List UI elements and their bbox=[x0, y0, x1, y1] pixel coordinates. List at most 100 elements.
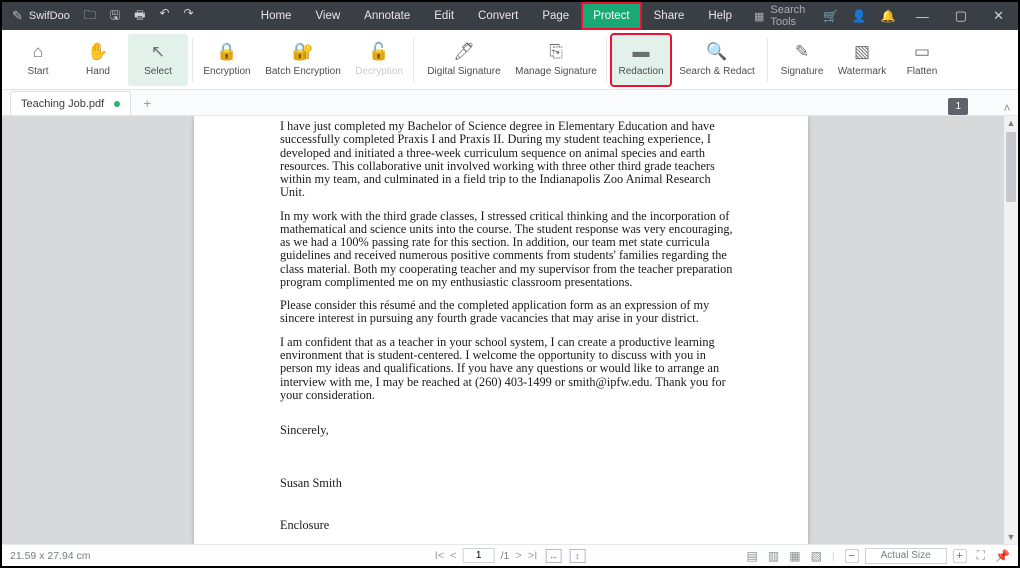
open-icon[interactable]: 🗀 bbox=[84, 6, 96, 27]
document-page[interactable]: I have just completed my Bachelor of Sci… bbox=[194, 116, 808, 544]
cursor-icon: ↖ bbox=[151, 42, 165, 62]
paragraph: I have just completed my Bachelor of Sci… bbox=[280, 120, 734, 200]
search-redact-button[interactable]: 🔍Search & Redact bbox=[671, 34, 763, 86]
watermark-icon: ▧ bbox=[854, 42, 870, 62]
tab-filename: Teaching Job.pdf bbox=[21, 98, 104, 110]
flatten-button[interactable]: ▭Flatten bbox=[892, 34, 952, 86]
zoom-in-button[interactable]: + bbox=[953, 549, 967, 563]
titlebar: ✎ SwifDoo 🗀 🖫 🖶 ↶ ↷ Home View Annotate E… bbox=[2, 2, 1018, 30]
titlebar-right: 🛒 👤 🔔 — ▢ ✕ bbox=[823, 8, 1018, 24]
collapse-ribbon-button[interactable]: ˄ bbox=[996, 101, 1018, 115]
certificate-icon: 🖊 bbox=[453, 42, 475, 62]
view-mode-4-icon[interactable]: ▧ bbox=[811, 549, 822, 563]
bell-icon[interactable]: 🔔 bbox=[881, 9, 896, 23]
save-icon[interactable]: 🖫 bbox=[110, 6, 120, 27]
menu-edit[interactable]: Edit bbox=[422, 2, 466, 30]
last-page-button[interactable]: >I bbox=[528, 550, 537, 562]
hand-button[interactable]: ✋Hand bbox=[68, 34, 128, 86]
zoom-level[interactable]: Actual Size bbox=[865, 548, 947, 564]
home-icon: ⌂ bbox=[33, 42, 43, 62]
undo-icon[interactable]: ↶ bbox=[159, 6, 169, 27]
view-mode-1-icon[interactable]: ▤ bbox=[747, 549, 758, 563]
brand: ✎ SwifDoo 🗀 🖫 🖶 ↶ ↷ bbox=[2, 6, 221, 27]
page-indicator-badge: 1 bbox=[948, 98, 968, 115]
menu-home[interactable]: Home bbox=[249, 2, 304, 30]
signature-icon: ✎ bbox=[795, 42, 809, 62]
view-mode-2-icon[interactable]: ▥ bbox=[768, 549, 779, 563]
grid-icon: ▦ bbox=[754, 10, 764, 23]
redaction-button[interactable]: ▬Redaction bbox=[611, 34, 671, 86]
total-pages: /1 bbox=[501, 550, 510, 562]
flatten-icon: ▭ bbox=[914, 42, 930, 62]
unsaved-dot-icon bbox=[114, 101, 120, 107]
closing: Sincerely, bbox=[280, 424, 734, 437]
separator bbox=[767, 38, 768, 82]
menu-view[interactable]: View bbox=[303, 2, 352, 30]
pin-icon[interactable]: 📌 bbox=[995, 549, 1010, 563]
fit-page-button[interactable]: ↕ bbox=[569, 549, 585, 563]
zoom-out-button[interactable]: − bbox=[845, 549, 859, 563]
page-dimensions: 21.59 x 27.94 cm bbox=[10, 550, 91, 562]
vertical-scrollbar[interactable]: ▲ ▼ bbox=[1004, 116, 1018, 544]
print-icon[interactable]: 🖶 bbox=[134, 6, 145, 27]
paragraph: Please consider this résumé and the comp… bbox=[280, 299, 734, 326]
maximize-button[interactable]: ▢ bbox=[949, 8, 973, 24]
app-logo-icon: ✎ bbox=[12, 8, 23, 24]
signature-button[interactable]: ✎Signature bbox=[772, 34, 832, 86]
lock-multi-icon: 🔐 bbox=[292, 42, 313, 62]
redo-icon[interactable]: ↷ bbox=[184, 6, 194, 27]
manage-icon: ⎘ bbox=[549, 42, 563, 62]
menu-share[interactable]: Share bbox=[642, 2, 697, 30]
manage-signature-button[interactable]: ⎘Manage Signature bbox=[510, 34, 602, 86]
main-menu: Home View Annotate Edit Convert Page Pro… bbox=[249, 2, 744, 30]
search-tools-label: Search Tools bbox=[770, 4, 823, 28]
hand-icon: ✋ bbox=[87, 42, 108, 62]
search-tools[interactable]: ▦ Search Tools bbox=[754, 4, 823, 28]
lock-icon: 🔒 bbox=[216, 42, 237, 62]
scroll-track[interactable] bbox=[1004, 130, 1018, 530]
paragraph: I am confident that as a teacher in your… bbox=[280, 336, 734, 402]
fit-width-button[interactable]: ↔ bbox=[545, 549, 561, 563]
first-page-button[interactable]: I< bbox=[435, 550, 444, 562]
menu-page[interactable]: Page bbox=[530, 2, 581, 30]
watermark-button[interactable]: ▧Watermark bbox=[832, 34, 892, 86]
scroll-thumb[interactable] bbox=[1006, 132, 1016, 202]
app-name: SwifDoo bbox=[29, 10, 70, 22]
new-tab-button[interactable]: + bbox=[135, 91, 159, 115]
document-tab[interactable]: Teaching Job.pdf bbox=[10, 91, 131, 115]
document-area: I have just completed my Bachelor of Sci… bbox=[2, 116, 1018, 544]
zoom-controls: − Actual Size + bbox=[845, 548, 967, 564]
view-mode-3-icon[interactable]: ▦ bbox=[789, 549, 800, 563]
close-button[interactable]: ✕ bbox=[987, 8, 1010, 24]
prev-page-button[interactable]: < bbox=[450, 550, 456, 562]
next-page-button[interactable]: > bbox=[515, 550, 521, 562]
paragraph: In my work with the third grade classes,… bbox=[280, 210, 734, 290]
select-button[interactable]: ↖Select bbox=[128, 34, 188, 86]
unlock-icon: 🔓 bbox=[368, 42, 389, 62]
menu-help[interactable]: Help bbox=[696, 2, 744, 30]
digital-signature-button[interactable]: 🖊Digital Signature bbox=[418, 34, 510, 86]
enclosure: Enclosure bbox=[280, 519, 734, 532]
ribbon: ⌂Start ✋Hand ↖Select 🔒Encryption 🔐Batch … bbox=[2, 30, 1018, 90]
status-bar: 21.59 x 27.94 cm I< < /1 > >I ↔ ↕ ▤ ▥ ▦ … bbox=[2, 544, 1018, 566]
document-tabs: Teaching Job.pdf + 1 ˄ bbox=[2, 90, 1018, 116]
encryption-button[interactable]: 🔒Encryption bbox=[197, 34, 257, 86]
app-window: ✎ SwifDoo 🗀 🖫 🖶 ↶ ↷ Home View Annotate E… bbox=[0, 0, 1020, 568]
cart-icon[interactable]: 🛒 bbox=[823, 9, 838, 23]
search-redact-icon: 🔍 bbox=[706, 42, 727, 62]
page-navigation: I< < /1 > >I ↔ ↕ bbox=[435, 548, 586, 563]
separator bbox=[413, 38, 414, 82]
minimize-button[interactable]: — bbox=[910, 9, 935, 24]
signature-name: Susan Smith bbox=[280, 477, 734, 490]
scroll-up-icon[interactable]: ▲ bbox=[1004, 116, 1018, 130]
fullscreen-icon[interactable]: ⛶ bbox=[977, 548, 985, 563]
page-number-input[interactable] bbox=[463, 548, 495, 563]
user-icon[interactable]: 👤 bbox=[852, 9, 867, 23]
menu-annotate[interactable]: Annotate bbox=[352, 2, 422, 30]
separator bbox=[606, 38, 607, 82]
menu-protect[interactable]: Protect bbox=[581, 2, 641, 30]
scroll-down-icon[interactable]: ▼ bbox=[1004, 530, 1018, 544]
start-button[interactable]: ⌂Start bbox=[8, 34, 68, 86]
menu-convert[interactable]: Convert bbox=[466, 2, 530, 30]
batch-encryption-button[interactable]: 🔐Batch Encryption bbox=[257, 34, 349, 86]
